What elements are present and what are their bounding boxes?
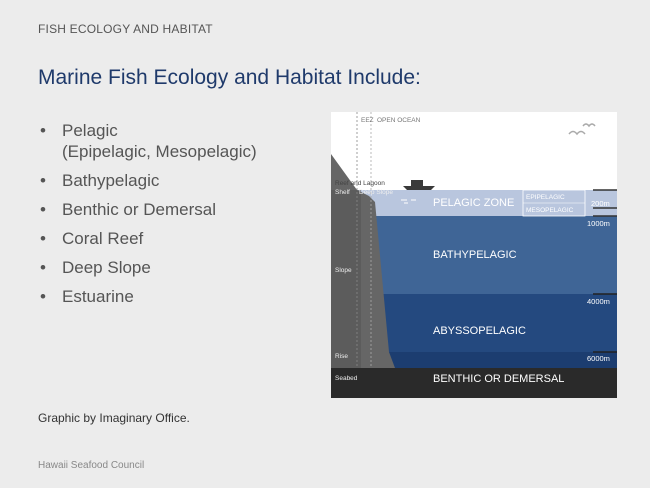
list-item-label: Estuarine <box>62 287 134 306</box>
list-item-sublabel: (Epipelagic, Mesopelagic) <box>62 142 257 161</box>
list-item-label: Pelagic <box>62 121 118 140</box>
footer-org: Hawaii Seafood Council <box>38 460 145 471</box>
depth-6000m-label: 6000m <box>587 354 610 363</box>
depth-4000m-label: 4000m <box>587 297 610 306</box>
habitat-list: Pelagic (Epipelagic, Mesopelagic) Bathyp… <box>40 120 257 315</box>
benthic-label: BENTHIC OR DEMERSAL <box>433 373 564 385</box>
epipelagic-label: EPIPELAGIC <box>526 194 565 201</box>
list-item-label: Deep Slope <box>62 258 151 277</box>
land-shadow <box>331 190 361 368</box>
list-item-label: Benthic or Demersal <box>62 200 217 219</box>
list-item-pelagic: Pelagic (Epipelagic, Mesopelagic) <box>40 120 257 162</box>
seabed-label: Seabed <box>335 375 358 382</box>
depth-200m-label: 200m <box>591 199 610 208</box>
graphic-credit: Graphic by Imaginary Office. <box>38 411 190 425</box>
list-item-bathypelagic: Bathypelagic <box>40 170 257 191</box>
rise-label: Rise <box>335 353 348 360</box>
open-ocean-label: OPEN OCEAN <box>377 117 421 124</box>
slide-title: Marine Fish Ecology and Habitat Include: <box>38 66 421 89</box>
list-item-coral-reef: Coral Reef <box>40 228 257 249</box>
slope-label: Slope <box>335 267 352 274</box>
eez-label: EEZ <box>361 117 374 124</box>
list-item-estuarine: Estuarine <box>40 286 257 307</box>
reef-lagoon-label: Reef and Lagoon <box>335 180 385 187</box>
list-item-deep-slope: Deep Slope <box>40 257 257 278</box>
list-item-label: Coral Reef <box>62 229 144 248</box>
section-header: FISH ECOLOGY AND HABITAT <box>38 22 213 36</box>
mesopelagic-label: MESOPELAGIC <box>526 207 574 214</box>
deep-slope-label: Deep Slope <box>359 189 393 196</box>
list-item-benthic: Benthic or Demersal <box>40 199 257 220</box>
ocean-zones-diagram: EEZ OPEN OCEAN Reef and Lagoon Shelf Dee… <box>331 112 617 398</box>
depth-1000m-label: 1000m <box>587 219 610 228</box>
list-item-label: Bathypelagic <box>62 171 160 190</box>
pelagic-zone-label: PELAGIC ZONE <box>433 197 514 209</box>
bathypelagic-label: BATHYPELAGIC <box>433 249 517 261</box>
ocean-zones-svg: EEZ OPEN OCEAN Reef and Lagoon Shelf Dee… <box>331 112 617 398</box>
abyssopelagic-label: ABYSSOPELAGIC <box>433 325 526 337</box>
shelf-label: Shelf <box>335 189 350 196</box>
sky-area <box>331 112 617 190</box>
